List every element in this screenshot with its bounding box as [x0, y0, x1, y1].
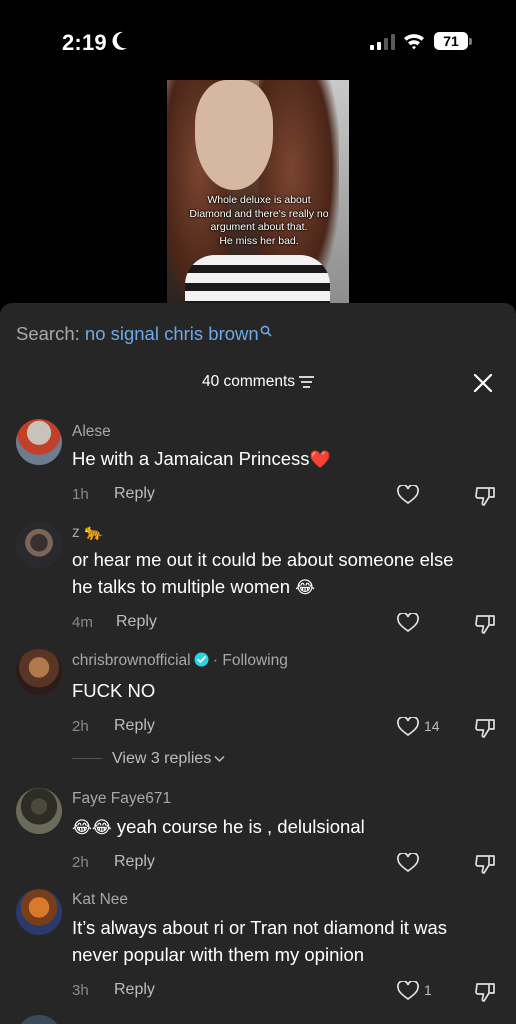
laughing-emoji: 😂 [295, 578, 316, 597]
comment-time: 2h [72, 854, 89, 871]
search-term-link[interactable]: no signal chris brown [85, 323, 259, 344]
thumbs-down-icon[interactable] [474, 613, 496, 635]
avatar[interactable] [16, 522, 62, 568]
laughing-emoji: 😂😂 [72, 818, 112, 837]
face-image [195, 80, 273, 190]
striped-shirt [185, 255, 330, 304]
thumbs-down-icon[interactable] [474, 853, 496, 875]
comment-username[interactable]: z 🐆 [72, 523, 103, 542]
reply-button[interactable]: Reply [116, 613, 157, 631]
comments-sheet: Search: no signal chris brown 40 comment… [0, 303, 516, 1024]
heart-outline-icon[interactable] [397, 717, 419, 737]
wifi-icon [404, 34, 424, 50]
comment-text: 😂😂 yeah course he is , delulsional [72, 816, 365, 837]
following-label: · Following [212, 652, 288, 669]
avatar[interactable] [16, 788, 62, 834]
search-suggestion[interactable]: Search: no signal chris brown [16, 323, 272, 345]
reply-button[interactable]: Reply [114, 853, 155, 871]
clock-time: 2:19 [62, 30, 107, 55]
status-bar: 2:19 71 [0, 0, 516, 80]
battery-cap [469, 38, 472, 45]
search-icon [260, 325, 272, 337]
reply-button[interactable]: Reply [114, 717, 155, 735]
thumbs-down-icon[interactable] [474, 981, 496, 1003]
comment-time: 4m [72, 614, 93, 631]
like-count: 14 [424, 718, 440, 734]
battery-indicator: 71 [434, 32, 468, 50]
heart-outline-icon[interactable] [397, 613, 419, 633]
heart-outline-icon[interactable] [397, 485, 419, 505]
chevron-down-icon [214, 755, 225, 762]
video-caption: Whole deluxe is about Diamond and there'… [189, 194, 329, 247]
comment-text: or hear me out it could be about someone… [72, 549, 454, 597]
like-count: 1 [424, 982, 432, 998]
comment-text: He with a Jamaican Princess❤️ [72, 448, 331, 469]
username-link[interactable]: chrisbrownofficial [72, 652, 191, 669]
comment-username[interactable]: Kat Nee [72, 891, 128, 909]
comment-username[interactable]: Faye Faye671 [72, 790, 171, 808]
avatar[interactable] [16, 1015, 62, 1024]
heart-outline-icon[interactable] [397, 981, 419, 1001]
moon-icon [112, 31, 127, 50]
comments-header: 40 comments [0, 373, 516, 391]
comments-count: 40 comments [201, 373, 296, 390]
comment-text: It’s always about ri or Tran not diamond… [72, 917, 447, 965]
heart-outline-icon[interactable] [397, 853, 419, 873]
red-heart-emoji: ❤️ [309, 450, 331, 469]
search-label: Search: [16, 323, 80, 344]
comment-text: FUCK NO [72, 680, 156, 701]
comment-time: 1h [72, 486, 89, 503]
sort-icon[interactable] [299, 376, 315, 388]
verified-badge-icon [194, 652, 209, 667]
comment-time: 2h [72, 718, 89, 735]
avatar[interactable] [16, 649, 62, 695]
video-thumbnail[interactable]: Whole deluxe is about Diamond and there'… [167, 80, 349, 304]
thumbs-down-icon[interactable] [474, 485, 496, 507]
comment-username[interactable]: Alese [72, 423, 111, 441]
reply-button[interactable]: Reply [114, 485, 155, 503]
cellular-signal-icon [370, 34, 395, 50]
avatar[interactable] [16, 419, 62, 465]
thumbs-down-icon[interactable] [474, 717, 496, 739]
close-icon[interactable] [472, 372, 494, 394]
view-replies-button[interactable]: View 3 replies [72, 750, 225, 768]
reply-button[interactable]: Reply [114, 981, 155, 999]
comment-time: 3h [72, 982, 89, 999]
avatar[interactable] [16, 889, 62, 935]
comment-username: chrisbrownofficial · Following [72, 652, 288, 670]
